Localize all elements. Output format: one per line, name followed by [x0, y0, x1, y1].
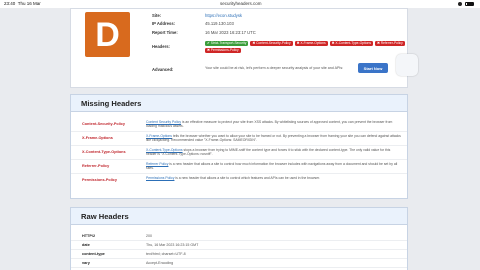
missing-header-description: X-Content-Type-Options stops a browser f… [146, 147, 391, 157]
header-badges: ✔Strict-Transport-Security ✖Content-Secu… [205, 41, 405, 53]
raw-header-row: date Thu, 16 Mar 2023 16:23:15 GMT [71, 241, 407, 250]
missing-header-name: Content-Security-Policy [82, 122, 126, 126]
missing-header-row: X-Frame-Options X-Frame-Options tells th… [71, 132, 407, 146]
cross-icon: ✖ [376, 41, 380, 45]
cross-icon: ✖ [252, 41, 256, 45]
advanced-text: Your site could be at risk, let's perfor… [205, 66, 344, 70]
site-label: Site: [152, 13, 162, 18]
badge-strict-transport-security[interactable]: ✔Strict-Transport-Security [205, 41, 249, 46]
cross-icon: ✖ [331, 41, 335, 45]
raw-header-row: HTTP/2 200 [71, 232, 407, 241]
wifi-icon [458, 1, 462, 6]
missing-header-name: Permissions-Policy [82, 178, 118, 182]
start-now-button[interactable]: Start Now [358, 63, 388, 73]
raw-header-value: Thu, 16 Mar 2023 16:23:15 GMT [146, 243, 199, 247]
raw-headers-header: Raw Headers [71, 208, 407, 225]
badge-permissions-policy[interactable]: ✖Permissions-Policy [205, 47, 241, 53]
missing-header-description: X-Frame-Options tells the browser whethe… [146, 133, 401, 143]
report-time-value: 16 Mar 2023 16:23:17 UTC [205, 30, 256, 35]
section-title: Raw Headers [81, 211, 129, 221]
raw-header-row: vary Accept-Encoding [71, 259, 407, 268]
header-doc-link[interactable]: Referrer Policy [146, 162, 168, 166]
check-icon: ✔ [207, 41, 210, 45]
headers-label: Headers: [152, 44, 170, 49]
missing-header-description: Permissions Policy is a new header that … [146, 175, 320, 180]
status-bar: 23:40 Thu 16 Mar securityheaders.com [0, 0, 480, 8]
raw-header-row: content-type text/html; charset=UTF-8 [71, 250, 407, 259]
missing-header-row: X-Content-Type-Options X-Content-Type-Op… [71, 146, 407, 160]
battery-icon [465, 1, 474, 6]
ip-value: 45.119.130.103 [205, 21, 234, 26]
missing-header-row: Permissions-Policy Permissions Policy is… [71, 174, 407, 188]
status-time: 23:40 Thu 16 Mar [4, 1, 41, 6]
badge-referrer-policy[interactable]: ✖Referrer-Policy [374, 41, 405, 46]
badge-content-security-policy[interactable]: ✖Content-Security-Policy [250, 41, 293, 46]
site-value[interactable]: https://econ.studysk [205, 13, 242, 18]
cross-icon: ✖ [207, 47, 210, 52]
report-time-label: Report Time: [152, 30, 178, 35]
badge-x-frame-options[interactable]: ✖X-Frame-Options [294, 41, 328, 46]
cross-icon: ✖ [296, 41, 300, 45]
header-doc-link[interactable]: Permissions Policy [146, 176, 174, 180]
raw-header-value: Accept-Encoding [146, 261, 174, 265]
floating-side-button[interactable] [396, 54, 418, 76]
advanced-label: Advanced: [152, 67, 174, 72]
address-bar-url[interactable]: securityheaders.com [220, 0, 262, 8]
raw-header-name: vary [82, 261, 90, 265]
missing-header-name: X-Frame-Options [82, 136, 113, 140]
raw-header-name: content-type [82, 252, 105, 256]
missing-headers-section: Missing Headers Content-Security-Policy … [70, 94, 408, 199]
missing-header-row: Content-Security-Policy Content Security… [71, 118, 407, 132]
status-indicators [458, 1, 474, 6]
missing-headers-header: Missing Headers [71, 95, 407, 112]
section-title: Missing Headers [81, 98, 142, 108]
header-doc-link[interactable]: Content Security Policy [146, 120, 181, 124]
missing-header-name: Referrer-Policy [82, 164, 110, 168]
badge-x-content-type-options[interactable]: ✖X-Content-Type-Options [329, 41, 373, 46]
header-doc-link[interactable]: X-Frame-Options [146, 134, 172, 138]
raw-header-name: HTTP/2 [82, 234, 96, 238]
raw-headers-section: Raw Headers HTTP/2 200 date Thu, 16 Mar … [70, 207, 408, 270]
grade-badge: D [85, 12, 130, 57]
raw-header-value: text/html; charset=UTF-8 [146, 252, 186, 256]
header-doc-link[interactable]: X-Content-Type-Options [146, 148, 183, 152]
missing-header-name: X-Content-Type-Options [82, 150, 126, 154]
ip-label: IP Address: [152, 21, 176, 26]
missing-header-description: Referrer Policy is a new header that all… [146, 161, 398, 171]
raw-header-value: 200 [146, 234, 152, 238]
missing-header-description: Content Security Policy is an effective … [146, 119, 393, 129]
raw-header-name: date [82, 243, 90, 247]
missing-header-row: Referrer-Policy Referrer Policy is a new… [71, 160, 407, 174]
